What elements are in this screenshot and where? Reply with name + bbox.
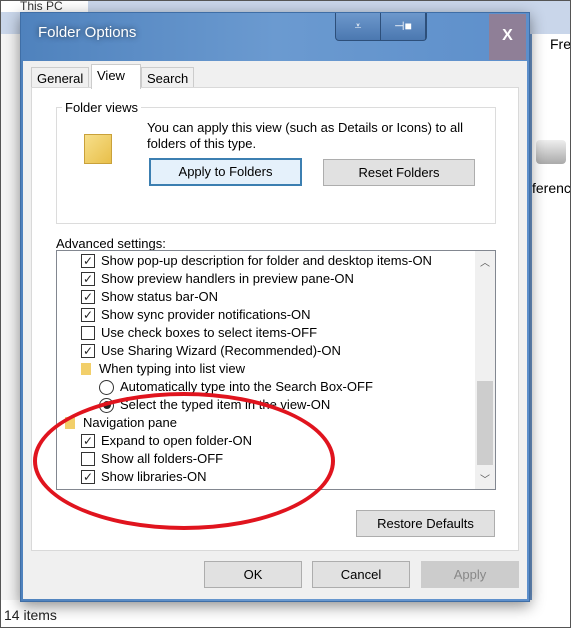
setting-label: Show preview handlers in preview pane-ON <box>101 271 354 286</box>
setting-item[interactable]: ✓ Show sync provider notifications-ON <box>81 306 311 324</box>
radio-unselected[interactable] <box>99 379 114 395</box>
setting-label: Select the typed item in the view-ON <box>120 397 331 412</box>
checkbox-unchecked[interactable] <box>81 452 95 466</box>
setting-item[interactable]: ✓ Show preview handlers in preview pane-O… <box>81 270 354 288</box>
setting-label: Navigation pane <box>83 415 177 430</box>
tab-search[interactable]: Search <box>141 67 195 88</box>
checkbox-checked[interactable]: ✓ <box>81 434 95 448</box>
status-bar-count: 14 items <box>4 607 57 623</box>
setting-label: Show all folders-OFF <box>101 451 224 466</box>
setting-label: When typing into list view <box>99 361 245 376</box>
advanced-settings-list: ︿ ﹀ ✓ Show pop-up description for folder … <box>56 250 496 490</box>
folder-views-icon <box>84 134 112 164</box>
folder-views-group: Folder views You can apply this view (su… <box>56 100 496 224</box>
setting-item[interactable]: ✓ Show libraries-ON <box>81 468 206 486</box>
explorer-header-text: Fre <box>550 36 571 52</box>
tab-view[interactable]: View <box>91 64 141 89</box>
scrollbar[interactable]: ︿ ﹀ <box>475 251 495 489</box>
reset-folders-button[interactable]: Reset Folders <box>323 159 475 186</box>
apply-to-folders-button[interactable]: Apply to Folders <box>149 158 302 186</box>
setting-item[interactable]: When typing into list view <box>81 360 245 378</box>
drive-icon[interactable] <box>536 140 566 164</box>
checkbox-checked[interactable]: ✓ <box>81 470 95 484</box>
ok-button[interactable]: OK <box>204 561 302 588</box>
folder-icon <box>81 363 91 375</box>
cancel-button[interactable]: Cancel <box>312 561 410 588</box>
radio-selected[interactable] <box>99 397 114 413</box>
caption-extra-buttons: ⩡ ⊣■ <box>335 13 427 41</box>
checkbox-checked[interactable]: ✓ <box>81 254 95 268</box>
folder-views-text: You can apply this view (such as Details… <box>147 120 464 151</box>
scroll-down-icon[interactable]: ﹀ <box>475 471 495 486</box>
setting-label: Show pop-up description for folder and d… <box>101 253 432 268</box>
checkbox-unchecked[interactable] <box>81 326 95 340</box>
setting-label: Expand to open folder-ON <box>101 433 253 448</box>
setting-item[interactable]: Navigation pane <box>65 414 177 432</box>
setting-item[interactable]: ✓ Expand to open folder-ON <box>81 432 252 450</box>
checkbox-checked[interactable]: ✓ <box>81 308 95 322</box>
setting-item[interactable]: Use check boxes to select items-OFF <box>81 324 317 342</box>
setting-label: Show status bar-ON <box>101 289 219 304</box>
pin-icon[interactable]: ⊣■ <box>381 13 426 40</box>
dialog-title: Folder Options <box>38 24 137 41</box>
explorer-tab[interactable]: This PC <box>0 0 88 12</box>
advanced-settings-label: Advanced settings: <box>56 236 166 251</box>
restore-defaults-button[interactable]: Restore Defaults <box>356 510 495 537</box>
tab-general[interactable]: General <box>31 67 90 88</box>
explorer-item-label[interactable]: ferenc <box>532 180 571 196</box>
collapse-icon[interactable]: ⩡ <box>336 13 381 40</box>
apply-button[interactable]: Apply <box>421 561 519 588</box>
explorer-nav <box>0 34 20 600</box>
setting-item[interactable]: ✓ Show status bar-ON <box>81 288 218 306</box>
setting-item[interactable]: Automatically type into the Search Box-O… <box>99 378 373 396</box>
setting-label: Show libraries-ON <box>101 469 207 484</box>
dialog-client: General View Search Folder views You can… <box>23 61 527 599</box>
view-tab-panel: Folder views You can apply this view (su… <box>31 87 519 551</box>
scroll-up-icon[interactable]: ︿ <box>475 254 495 269</box>
checkbox-checked[interactable]: ✓ <box>81 290 95 304</box>
scrollbar-thumb[interactable] <box>477 381 493 465</box>
setting-label: Use check boxes to select items-OFF <box>101 325 318 340</box>
setting-label: Use Sharing Wizard (Recommended)-ON <box>101 343 341 358</box>
checkbox-checked[interactable]: ✓ <box>81 272 95 286</box>
folder-options-dialog: Folder Options ⩡ ⊣■ X General View Searc… <box>20 12 530 602</box>
folder-icon <box>65 417 75 429</box>
folder-views-label: Folder views <box>62 100 141 115</box>
setting-item[interactable]: Show all folders-OFF <box>81 450 223 468</box>
close-button[interactable]: X <box>489 14 526 60</box>
setting-item[interactable]: ✓ Show pop-up description for folder and … <box>81 252 432 270</box>
checkbox-checked[interactable]: ✓ <box>81 344 95 358</box>
setting-item[interactable]: ✓ Use Sharing Wizard (Recommended)-ON <box>81 342 341 360</box>
setting-label: Show sync provider notifications-ON <box>101 307 311 322</box>
explorer-content <box>528 34 571 600</box>
setting-label: Automatically type into the Search Box-O… <box>120 379 373 394</box>
setting-item[interactable]: Select the typed item in the view-ON <box>99 396 330 414</box>
